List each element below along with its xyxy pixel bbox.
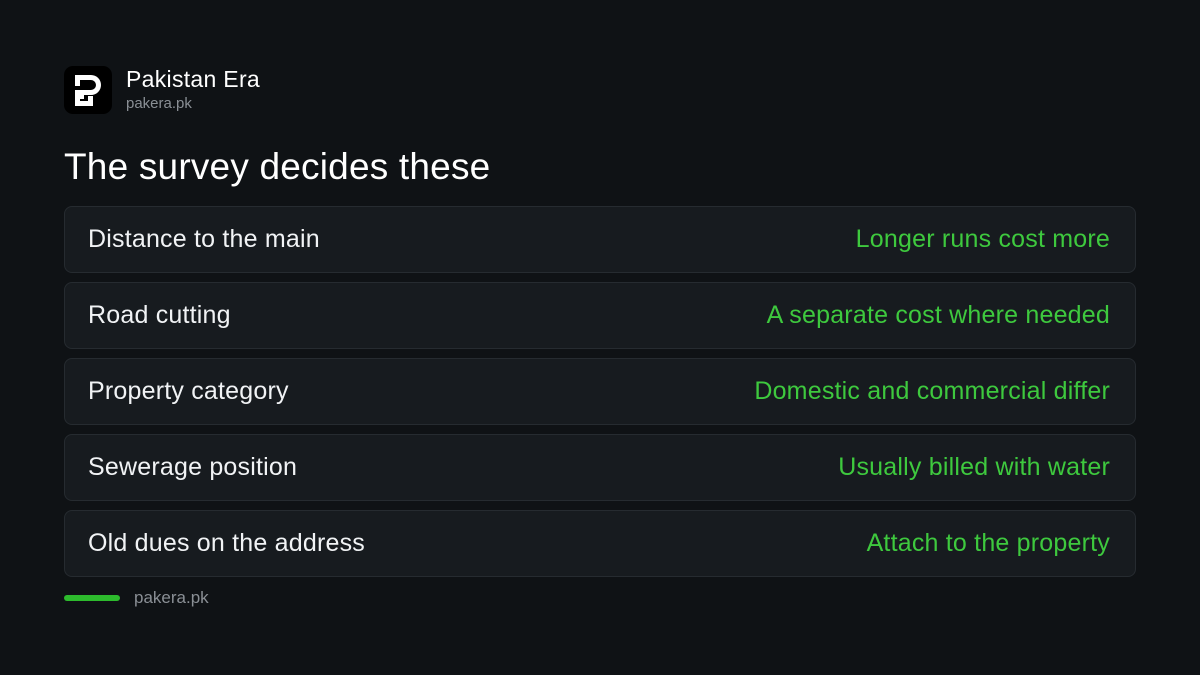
brand-name: Pakistan Era bbox=[126, 66, 260, 92]
brand-url: pakera.pk bbox=[126, 95, 192, 112]
list-item: Property category Domestic and commercia… bbox=[64, 358, 1136, 425]
page-title: The survey decides these bbox=[64, 146, 491, 187]
row-label: Distance to the main bbox=[88, 225, 320, 253]
row-label: Property category bbox=[88, 377, 289, 405]
footer: pakera.pk bbox=[64, 588, 209, 608]
pakera-logo-icon bbox=[64, 66, 112, 114]
row-label: Old dues on the address bbox=[88, 529, 365, 557]
footer-url: pakera.pk bbox=[134, 588, 209, 607]
list-item: Sewerage position Usually billed with wa… bbox=[64, 434, 1136, 501]
row-value: Domestic and commercial differ bbox=[754, 377, 1110, 405]
list-item: Distance to the main Longer runs cost mo… bbox=[64, 206, 1136, 273]
row-value: Attach to the property bbox=[866, 529, 1110, 557]
accent-bar bbox=[64, 595, 120, 601]
row-value: Usually billed with water bbox=[838, 453, 1110, 481]
info-list: Distance to the main Longer runs cost mo… bbox=[64, 206, 1136, 586]
row-value: Longer runs cost more bbox=[855, 225, 1110, 253]
row-label: Road cutting bbox=[88, 301, 231, 329]
row-label: Sewerage position bbox=[88, 453, 298, 481]
row-value: A separate cost where needed bbox=[766, 301, 1110, 329]
list-item: Old dues on the address Attach to the pr… bbox=[64, 510, 1136, 577]
brand-header: Pakistan Era pakera.pk bbox=[64, 66, 260, 114]
list-item: Road cutting A separate cost where neede… bbox=[64, 282, 1136, 349]
